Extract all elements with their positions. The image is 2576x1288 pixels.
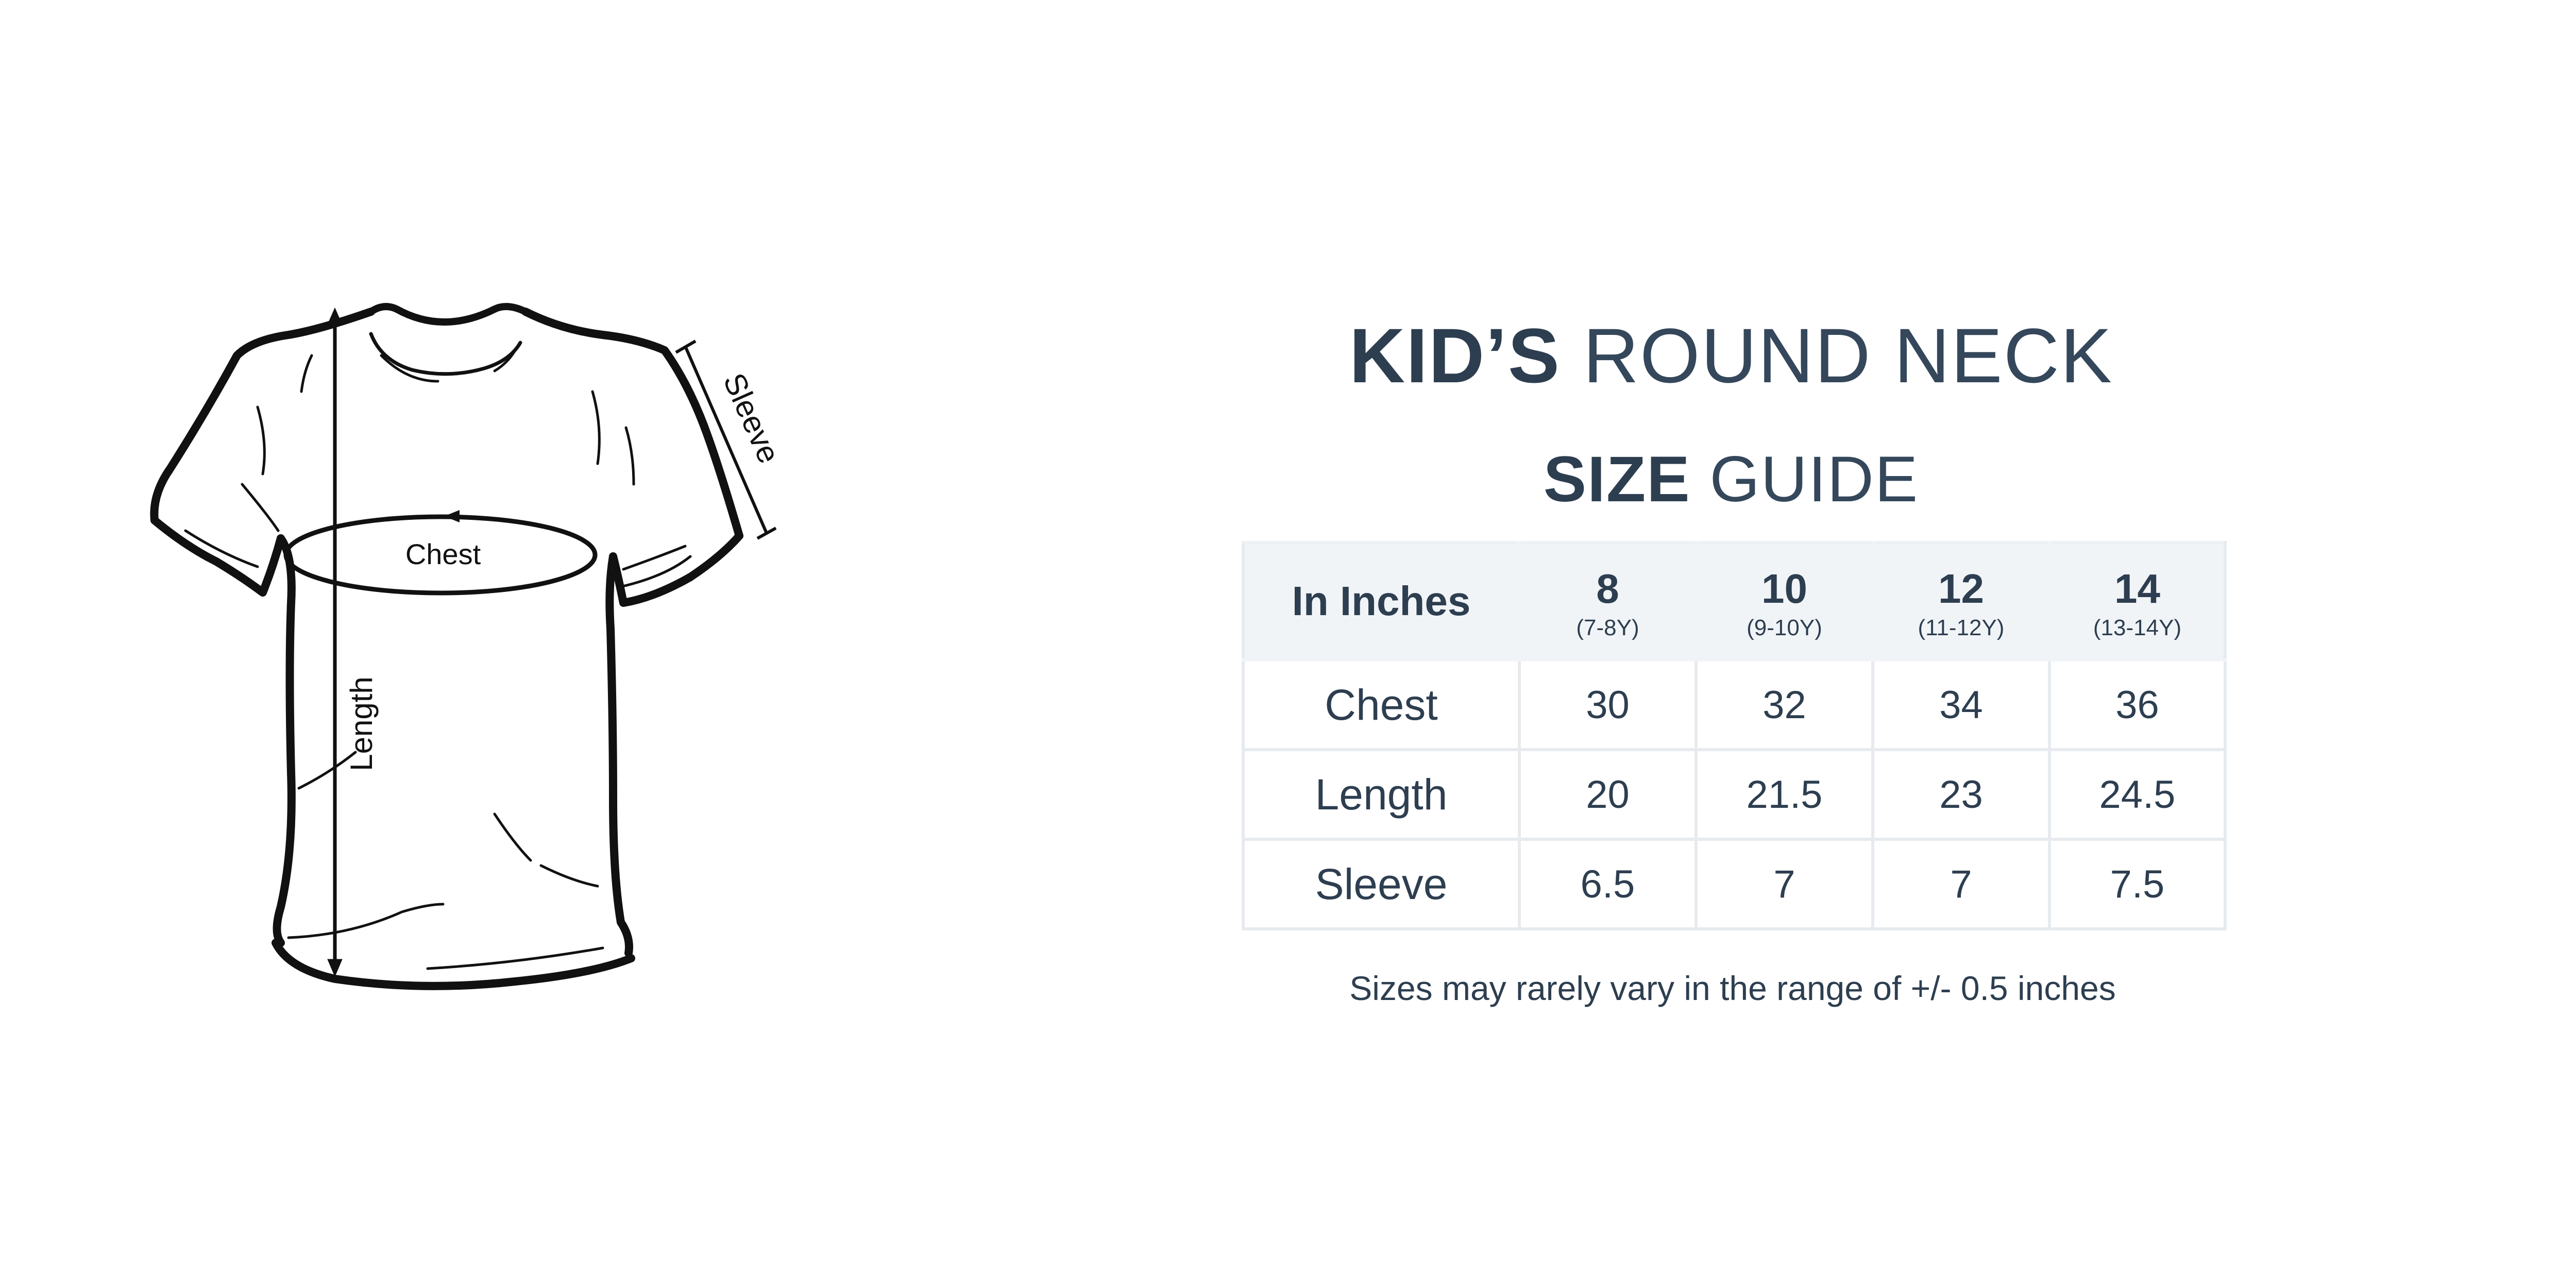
size-number: 12 [1938, 566, 1984, 612]
unit-header-label: In Inches [1292, 578, 1471, 624]
table-header-row: In Inches 8 (7-8Y) 10 (9-10Y) 12 (11-12Y… [1242, 541, 2227, 662]
subtitle-bold: SIZE [1543, 444, 1691, 515]
table-cell: 7 [1871, 838, 2051, 930]
table-cell: 6.5 [1518, 838, 1698, 930]
size-age: (7-8Y) [1576, 615, 1639, 640]
page-subtitle: SIZE GUIDE [1242, 447, 2221, 512]
size-header: 10 (9-10Y) [1694, 541, 1874, 662]
sleeve-label: Sleeve [717, 368, 787, 468]
table-cell: 20 [1518, 748, 1698, 841]
size-number: 10 [1761, 566, 1807, 612]
size-age: (9-10Y) [1747, 615, 1822, 640]
size-age: (13-14Y) [2093, 615, 2182, 640]
table-cell: 30 [1518, 658, 1698, 751]
size-header: 14 (13-14Y) [2048, 541, 2227, 662]
size-number: 14 [2114, 566, 2160, 612]
chest-label: Chest [405, 538, 481, 570]
table-cell: 36 [2048, 658, 2227, 751]
size-header: 8 (7-8Y) [1518, 541, 1698, 662]
table-row-chest: Chest 30 32 34 36 [1242, 658, 2227, 751]
t-shirt-diagram: Length Chest Sleeve [150, 303, 787, 990]
table-cell: 34 [1871, 658, 2051, 751]
table-cell: 23 [1871, 748, 2051, 841]
unit-header: In Inches [1242, 541, 1521, 662]
title-light: ROUND NECK [1583, 312, 2113, 399]
table-row-length: Length 20 21.5 23 24.5 [1242, 748, 2227, 841]
size-number: 8 [1596, 566, 1619, 612]
table-cell: 21.5 [1694, 748, 1874, 841]
page-title: KID’S ROUND NECK [1242, 317, 2221, 394]
table-row-sleeve: Sleeve 6.5 7 7 7.5 [1242, 838, 2227, 930]
title-bold: KID’S [1349, 312, 1561, 399]
row-label: Length [1242, 748, 1521, 841]
size-header: 12 (11-12Y) [1871, 541, 2051, 662]
table-cell: 32 [1694, 658, 1874, 751]
subtitle-light: GUIDE [1709, 444, 1919, 515]
size-age: (11-12Y) [1918, 615, 2005, 640]
row-label: Sleeve [1242, 838, 1521, 930]
length-label: Length [344, 676, 379, 771]
table-cell: 7.5 [2048, 838, 2227, 930]
size-table: In Inches 8 (7-8Y) 10 (9-10Y) 12 (11-12Y… [1242, 541, 2227, 930]
table-cell: 7 [1694, 838, 1874, 930]
size-variance-note: Sizes may rarely vary in the range of +/… [1349, 969, 2116, 1007]
table-cell: 24.5 [2048, 748, 2227, 841]
row-label: Chest [1242, 658, 1521, 751]
t-shirt-outline-icon [150, 303, 743, 990]
length-arrow-icon [327, 307, 343, 977]
